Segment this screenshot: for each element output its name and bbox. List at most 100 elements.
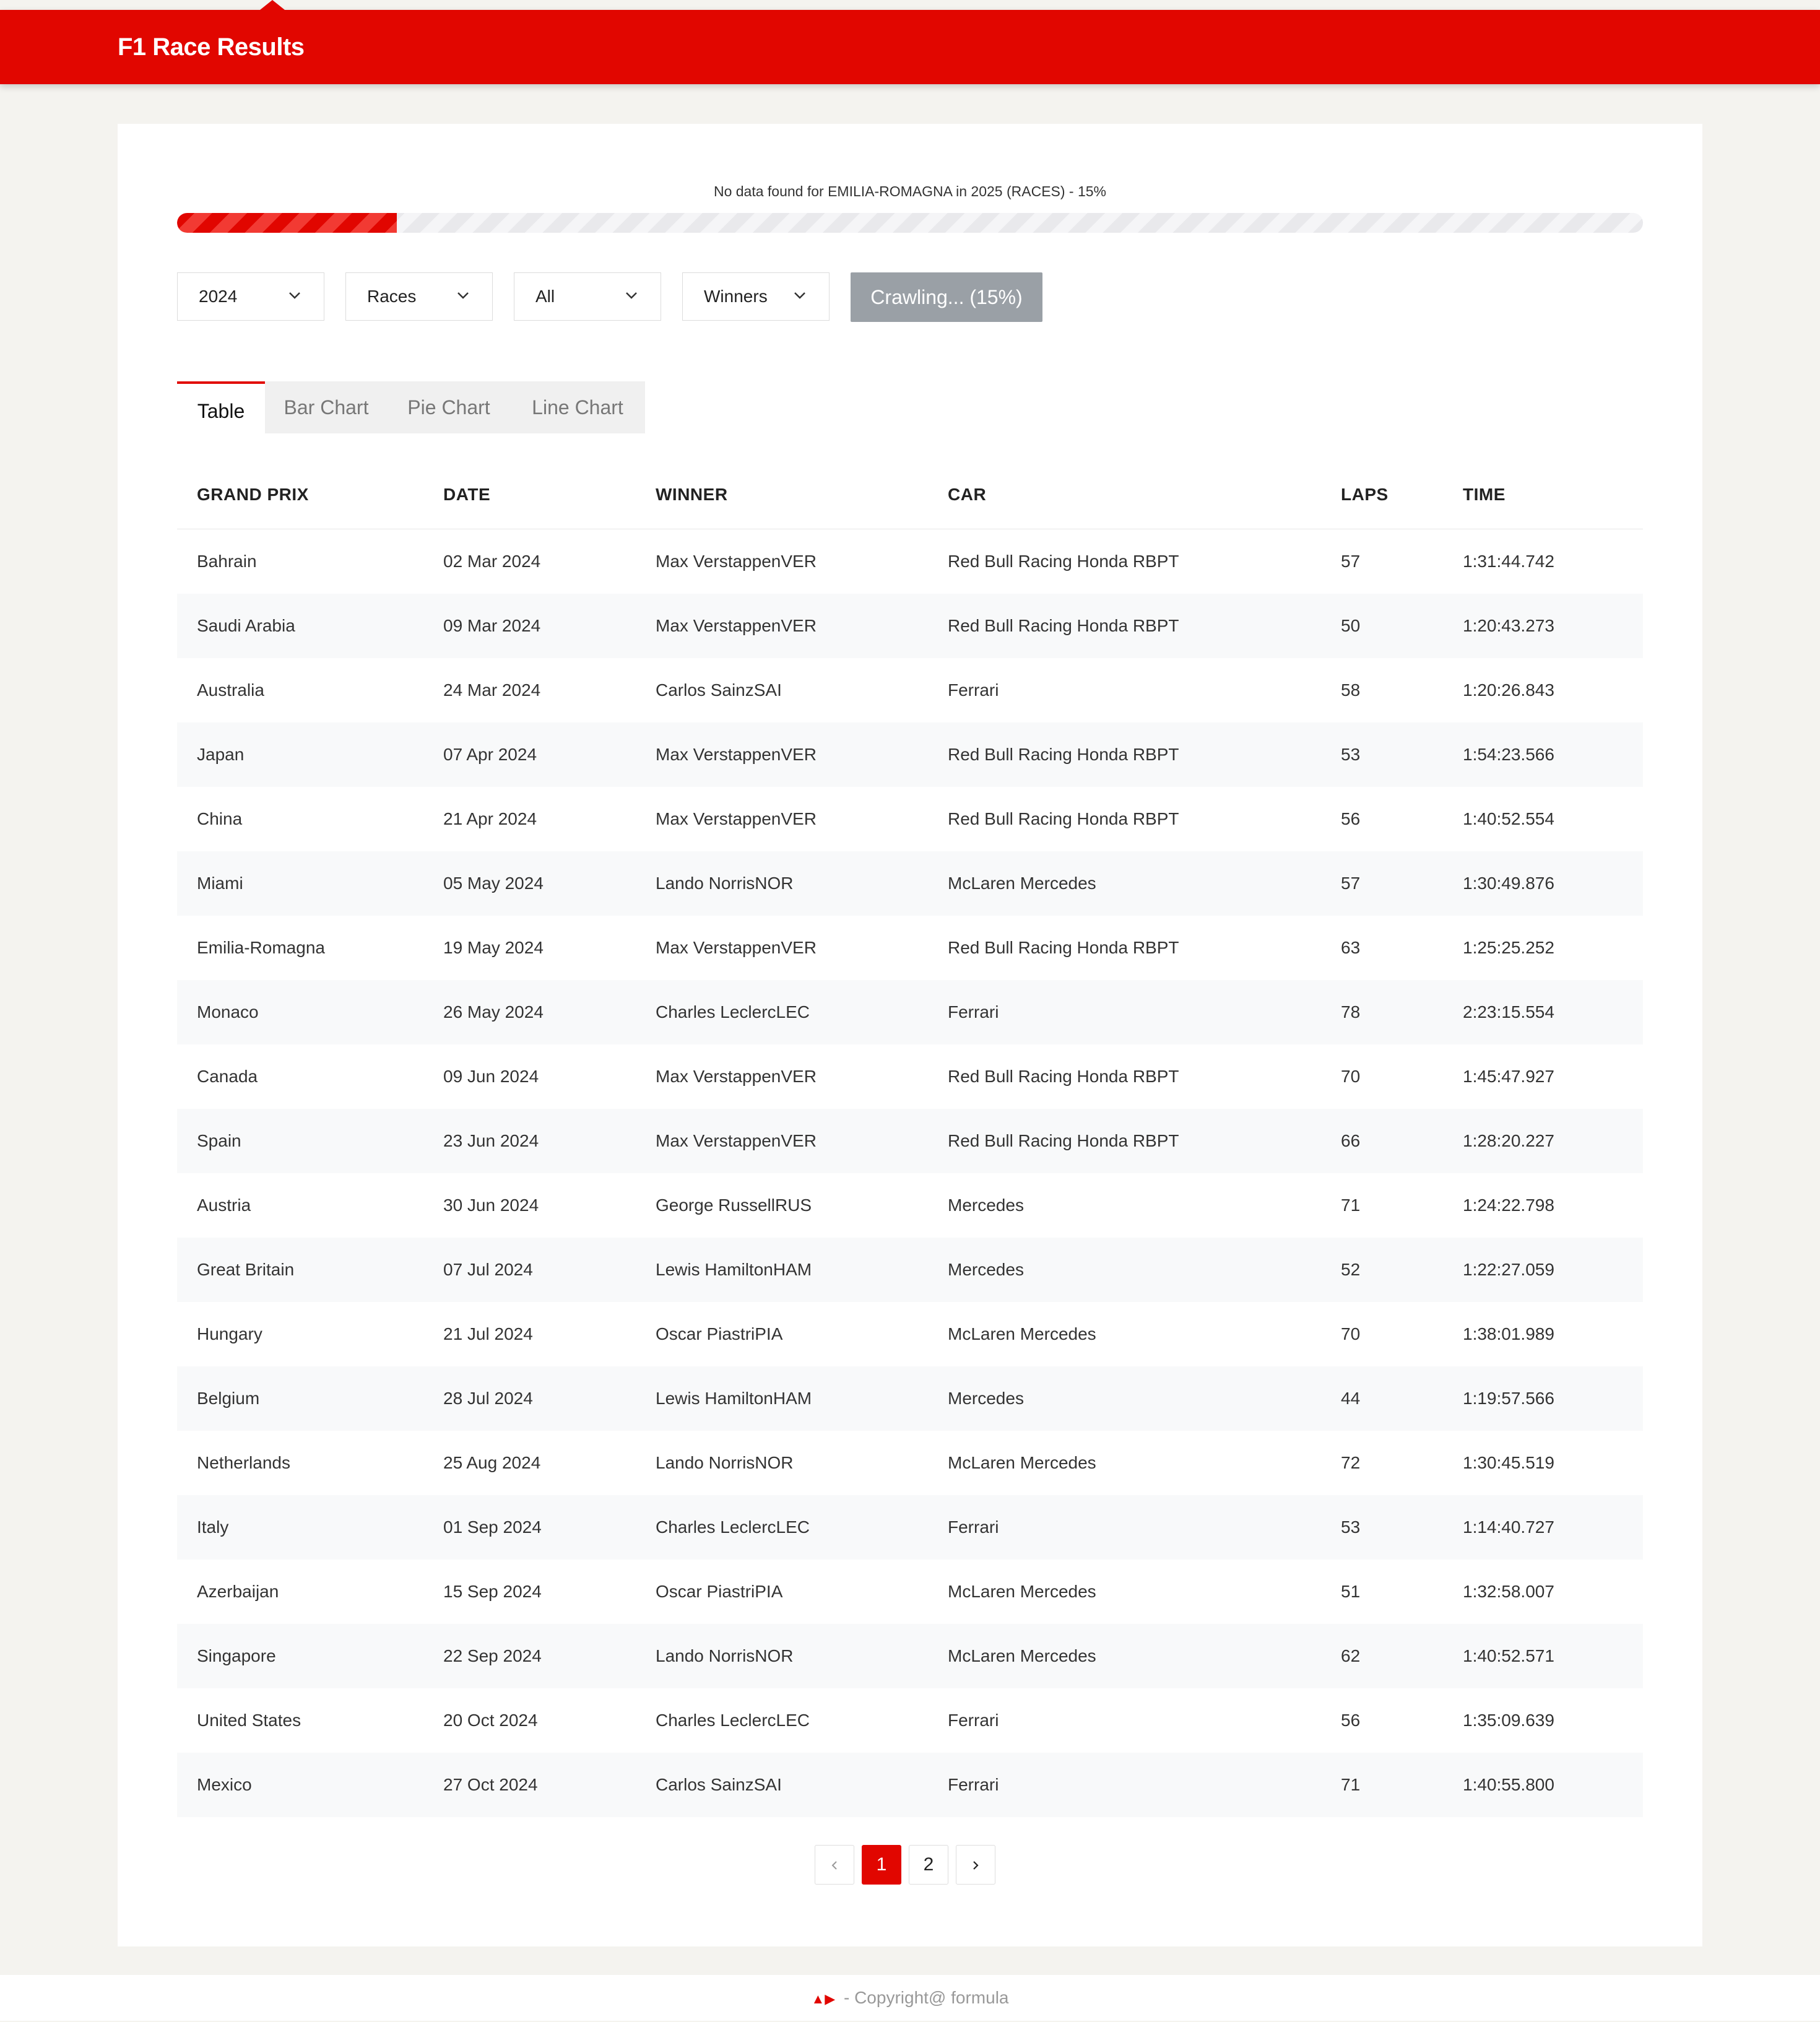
cell-grand-prix: China — [197, 809, 243, 828]
cell-grand-prix: Spain — [197, 1131, 241, 1150]
tab-bar-chart[interactable]: Bar Chart — [265, 381, 388, 433]
table-row[interactable]: Bahrain 02 Mar 2024 Max VerstappenVER Red B… — [177, 529, 1643, 594]
progress-bar — [177, 213, 1643, 233]
column-header-laps[interactable]: LAPS — [1341, 461, 1389, 529]
cell-date: 30 Jun 2024 — [443, 1195, 539, 1215]
table-row[interactable]: Canada 09 Jun 2024 Max VerstappenVER Red Bu… — [177, 1044, 1643, 1109]
column-header-time[interactable]: TIME — [1463, 461, 1506, 529]
category-select[interactable]: Races — [345, 272, 493, 321]
cell-date: 22 Sep 2024 — [443, 1646, 542, 1665]
chevron-down-icon — [457, 292, 469, 299]
cell-date: 28 Jul 2024 — [443, 1389, 533, 1408]
table-row[interactable]: Hungary 21 Jul 2024 Oscar PiastriPIA McLare… — [177, 1302, 1643, 1366]
table-row[interactable]: Austria 30 Jun 2024 George RussellRUS Merce… — [177, 1173, 1643, 1238]
table-row[interactable]: Saudi Arabia 09 Mar 2024 Max VerstappenVER… — [177, 594, 1643, 658]
cell-date: 09 Mar 2024 — [443, 616, 541, 635]
cell-time: 1:45:47.927 — [1463, 1067, 1554, 1086]
cell-laps: 70 — [1341, 1067, 1361, 1086]
chevron-left-icon — [831, 1861, 837, 1870]
prev-page-button[interactable] — [815, 1845, 854, 1885]
table-row[interactable]: Great Britain 07 Jul 2024 Lewis HamiltonHA… — [177, 1238, 1643, 1302]
scope-select[interactable]: All — [514, 272, 661, 321]
cell-car: Ferrari — [948, 1002, 999, 1022]
result-type-select[interactable]: Winners — [682, 272, 830, 321]
cell-grand-prix: Japan — [197, 745, 245, 764]
page-button-1[interactable]: 1 — [862, 1845, 901, 1885]
table-row[interactable]: Azerbaijan 15 Sep 2024 Oscar PiastriPIA McL… — [177, 1560, 1643, 1624]
cell-date: 07 Apr 2024 — [443, 745, 537, 764]
cell-time: 1:38:01.989 — [1463, 1324, 1554, 1343]
table-row[interactable]: Mexico 27 Oct 2024 Carlos SainzSAI Ferrari 7… — [177, 1753, 1643, 1817]
cell-laps: 71 — [1341, 1195, 1361, 1215]
cell-laps: 56 — [1341, 1711, 1361, 1730]
table-row[interactable]: Emilia-Romagna 19 May 2024 Max VerstappenV… — [177, 916, 1643, 980]
table-row[interactable]: Japan 07 Apr 2024 Max VerstappenVER Red Bul… — [177, 722, 1643, 787]
cell-time: 1:14:40.727 — [1463, 1517, 1554, 1537]
tab-line-chart[interactable]: Line Chart — [510, 381, 645, 433]
column-header-car[interactable]: CAR — [948, 461, 986, 529]
table-body: Bahrain 02 Mar 2024 Max VerstappenVER Red B… — [177, 529, 1643, 1817]
cell-time: 1:40:55.800 — [1463, 1775, 1554, 1794]
table-row[interactable]: China 21 Apr 2024 Max VerstappenVER Red Bul… — [177, 787, 1643, 851]
cell-car: Red Bull Racing Honda RBPT — [948, 552, 1179, 571]
header-notch — [260, 0, 285, 10]
year-select[interactable]: 2024 — [177, 272, 324, 321]
table-row[interactable]: United States 20 Oct 2024 Charles LeclercL… — [177, 1688, 1643, 1753]
cell-grand-prix: Monaco — [197, 1002, 259, 1022]
cell-car: McLaren Mercedes — [948, 1453, 1096, 1472]
table-row[interactable]: Monaco 26 May 2024 Charles LeclercLEC Ferra… — [177, 980, 1643, 1044]
column-header-grand-prix[interactable]: GRAND PRIX — [197, 461, 309, 529]
cell-winner: Max VerstappenVER — [656, 616, 817, 635]
cell-grand-prix: Italy — [197, 1517, 229, 1537]
cell-laps: 53 — [1341, 1517, 1361, 1537]
cell-laps: 72 — [1341, 1453, 1361, 1472]
cell-date: 02 Mar 2024 — [443, 552, 541, 571]
column-header-date[interactable]: DATE — [443, 461, 490, 529]
table-row[interactable]: Singapore 22 Sep 2024 Lando NorrisNOR McLar… — [177, 1624, 1643, 1688]
cell-time: 1:30:49.876 — [1463, 874, 1554, 893]
cell-laps: 58 — [1341, 680, 1361, 700]
cell-time: 1:25:25.252 — [1463, 938, 1554, 957]
table-row[interactable]: Belgium 28 Jul 2024 Lewis HamiltonHAM Merce… — [177, 1366, 1643, 1431]
footer: ▲▶ - Copyright@ formula — [0, 1975, 1820, 2021]
chevron-down-icon — [626, 292, 637, 299]
results-table: GRAND PRIX DATE WINNER CAR LAPS TIME Bah… — [177, 461, 1643, 1817]
cell-car: Ferrari — [948, 1775, 999, 1794]
cell-laps: 56 — [1341, 809, 1361, 828]
page-button-2[interactable]: 2 — [909, 1845, 948, 1885]
cell-time: 1:40:52.554 — [1463, 809, 1554, 828]
cell-winner: Oscar PiastriPIA — [656, 1324, 783, 1343]
cell-date: 21 Apr 2024 — [443, 809, 537, 828]
cell-time: 1:24:22.798 — [1463, 1195, 1554, 1215]
cell-grand-prix: Emilia-Romagna — [197, 938, 325, 957]
tab-table[interactable]: Table — [177, 381, 265, 433]
table-row[interactable]: Italy 01 Sep 2024 Charles LeclercLEC Ferrar… — [177, 1495, 1643, 1560]
cell-winner: Lando NorrisNOR — [656, 1453, 794, 1472]
cell-grand-prix: Australia — [197, 680, 264, 700]
cell-date: 27 Oct 2024 — [443, 1775, 538, 1794]
crawl-button[interactable]: Crawling... (15%) — [851, 272, 1042, 322]
cell-car: Ferrari — [948, 1517, 999, 1537]
column-header-winner[interactable]: WINNER — [656, 461, 728, 529]
view-tabs: Table Bar Chart Pie Chart Line Chart — [177, 381, 645, 433]
table-row[interactable]: Spain 23 Jun 2024 Max VerstappenVER Red Bul… — [177, 1109, 1643, 1173]
next-page-button[interactable] — [956, 1845, 995, 1885]
cell-car: Red Bull Racing Honda RBPT — [948, 809, 1179, 828]
cell-date: 19 May 2024 — [443, 938, 544, 957]
table-row[interactable]: Australia 24 Mar 2024 Carlos SainzSAI Ferra… — [177, 658, 1643, 722]
cell-time: 1:35:09.639 — [1463, 1711, 1554, 1730]
cell-time: 1:32:58.007 — [1463, 1582, 1554, 1601]
cell-date: 21 Jul 2024 — [443, 1324, 533, 1343]
cell-winner: Max VerstappenVER — [656, 552, 817, 571]
progress-status-text: No data found for EMILIA-ROMAGNA in 2025… — [713, 183, 1107, 199]
cell-laps: 57 — [1341, 552, 1361, 571]
cell-car: Red Bull Racing Honda RBPT — [948, 745, 1179, 764]
table-row[interactable]: Netherlands 25 Aug 2024 Lando NorrisNOR McL… — [177, 1431, 1643, 1495]
cell-time: 1:19:57.566 — [1463, 1389, 1554, 1408]
cell-winner: Lando NorrisNOR — [656, 874, 794, 893]
cell-laps: 52 — [1341, 1260, 1361, 1279]
cell-time: 1:54:23.566 — [1463, 745, 1554, 764]
tab-pie-chart[interactable]: Pie Chart — [388, 381, 510, 433]
table-row[interactable]: Miami 05 May 2024 Lando NorrisNOR McLaren M… — [177, 851, 1643, 916]
race-car-icon: ▲▶ — [811, 1991, 836, 2007]
